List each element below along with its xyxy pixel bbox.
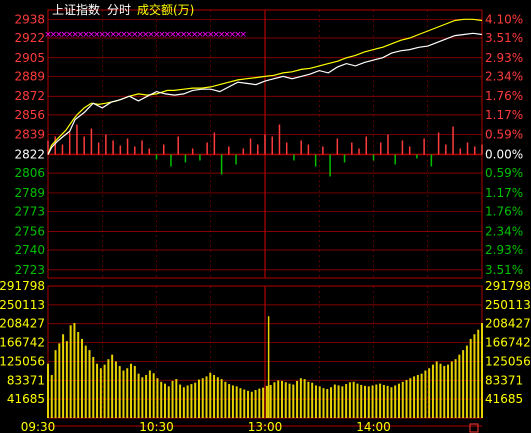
pct-tick-label: 1.17% [485, 186, 523, 200]
volume-tick-label-right: 125056 [485, 354, 531, 368]
index-name-label: 上证指数 [52, 2, 100, 17]
price-tick-label: 2905 [14, 51, 45, 65]
pct-tick-label: 0.00% [485, 147, 523, 161]
volume-tick-label-right: 166742 [485, 336, 531, 350]
chart-canvas: 2938 4.10% 2922 3.51% 2905 2.93% 2889 2.34% 2872… [0, 2, 531, 433]
price-tick-label: 2806 [14, 166, 45, 180]
price-tick-label: 2856 [14, 108, 45, 122]
price-tick-label: 2889 [14, 69, 45, 83]
price-tick-label: 2723 [14, 263, 45, 277]
time-tick-label: 13:00 [248, 420, 283, 433]
pct-tick-label: 4.10% [485, 12, 523, 26]
price-tick-label: 2922 [14, 31, 45, 45]
price-tick-label: 2773 [14, 205, 45, 219]
volume-tick-label-right: 291798 [485, 279, 531, 293]
volume-tick-label-left: 166742 [0, 336, 45, 350]
pct-tick-label: 0.59% [485, 166, 523, 180]
price-tick-label: 2872 [14, 89, 45, 103]
time-tick-label: 09:30 [21, 420, 56, 433]
pct-tick-label: 0.59% [485, 128, 523, 142]
price-tick-label: 2839 [14, 128, 45, 142]
price-tick-label: 2756 [14, 224, 45, 238]
mode-label: 分时 [107, 3, 131, 17]
price-tick-label: 2740 [14, 243, 45, 257]
pct-tick-label: 1.76% [485, 205, 523, 219]
breadth-marker: × [240, 30, 248, 40]
volume-unit-label: 成交额(万) [137, 2, 194, 17]
volume-tick-label-right: 250113 [485, 298, 531, 312]
price-tick-label: 2938 [14, 12, 45, 26]
pct-tick-label: 1.17% [485, 108, 523, 122]
price-tick-label: 2789 [14, 186, 45, 200]
pct-tick-label: 1.76% [485, 89, 523, 103]
volume-tick-label-right: 208427 [485, 317, 531, 331]
volume-tick-label-left: 83371 [7, 373, 45, 387]
pct-tick-label: 3.51% [485, 263, 523, 277]
pct-tick-label: 3.51% [485, 31, 523, 45]
time-tick-label: 14:00 [356, 420, 391, 433]
intraday-chart: 2938 4.10% 2922 3.51% 2905 2.93% 2889 2.34% 2872… [0, 0, 531, 433]
time-tick-label: 10:30 [139, 420, 174, 433]
corner-marker[interactable] [469, 423, 479, 433]
price-tick-label: 2822 [14, 147, 45, 161]
volume-tick-label-left: 125056 [0, 354, 45, 368]
volume-tick-label-right: 83371 [485, 373, 523, 387]
volume-tick-label-right: 41685 [485, 392, 523, 406]
volume-tick-label-left: 208427 [0, 317, 45, 331]
pct-tick-label: 2.93% [485, 243, 523, 257]
pct-tick-label: 2.34% [485, 69, 523, 83]
volume-tick-label-left: 41685 [7, 392, 45, 406]
volume-tick-label-left: 250113 [0, 298, 45, 312]
pct-tick-label: 2.93% [485, 51, 523, 65]
pct-tick-label: 2.34% [485, 224, 523, 238]
volume-tick-label-left: 291798 [0, 279, 45, 293]
